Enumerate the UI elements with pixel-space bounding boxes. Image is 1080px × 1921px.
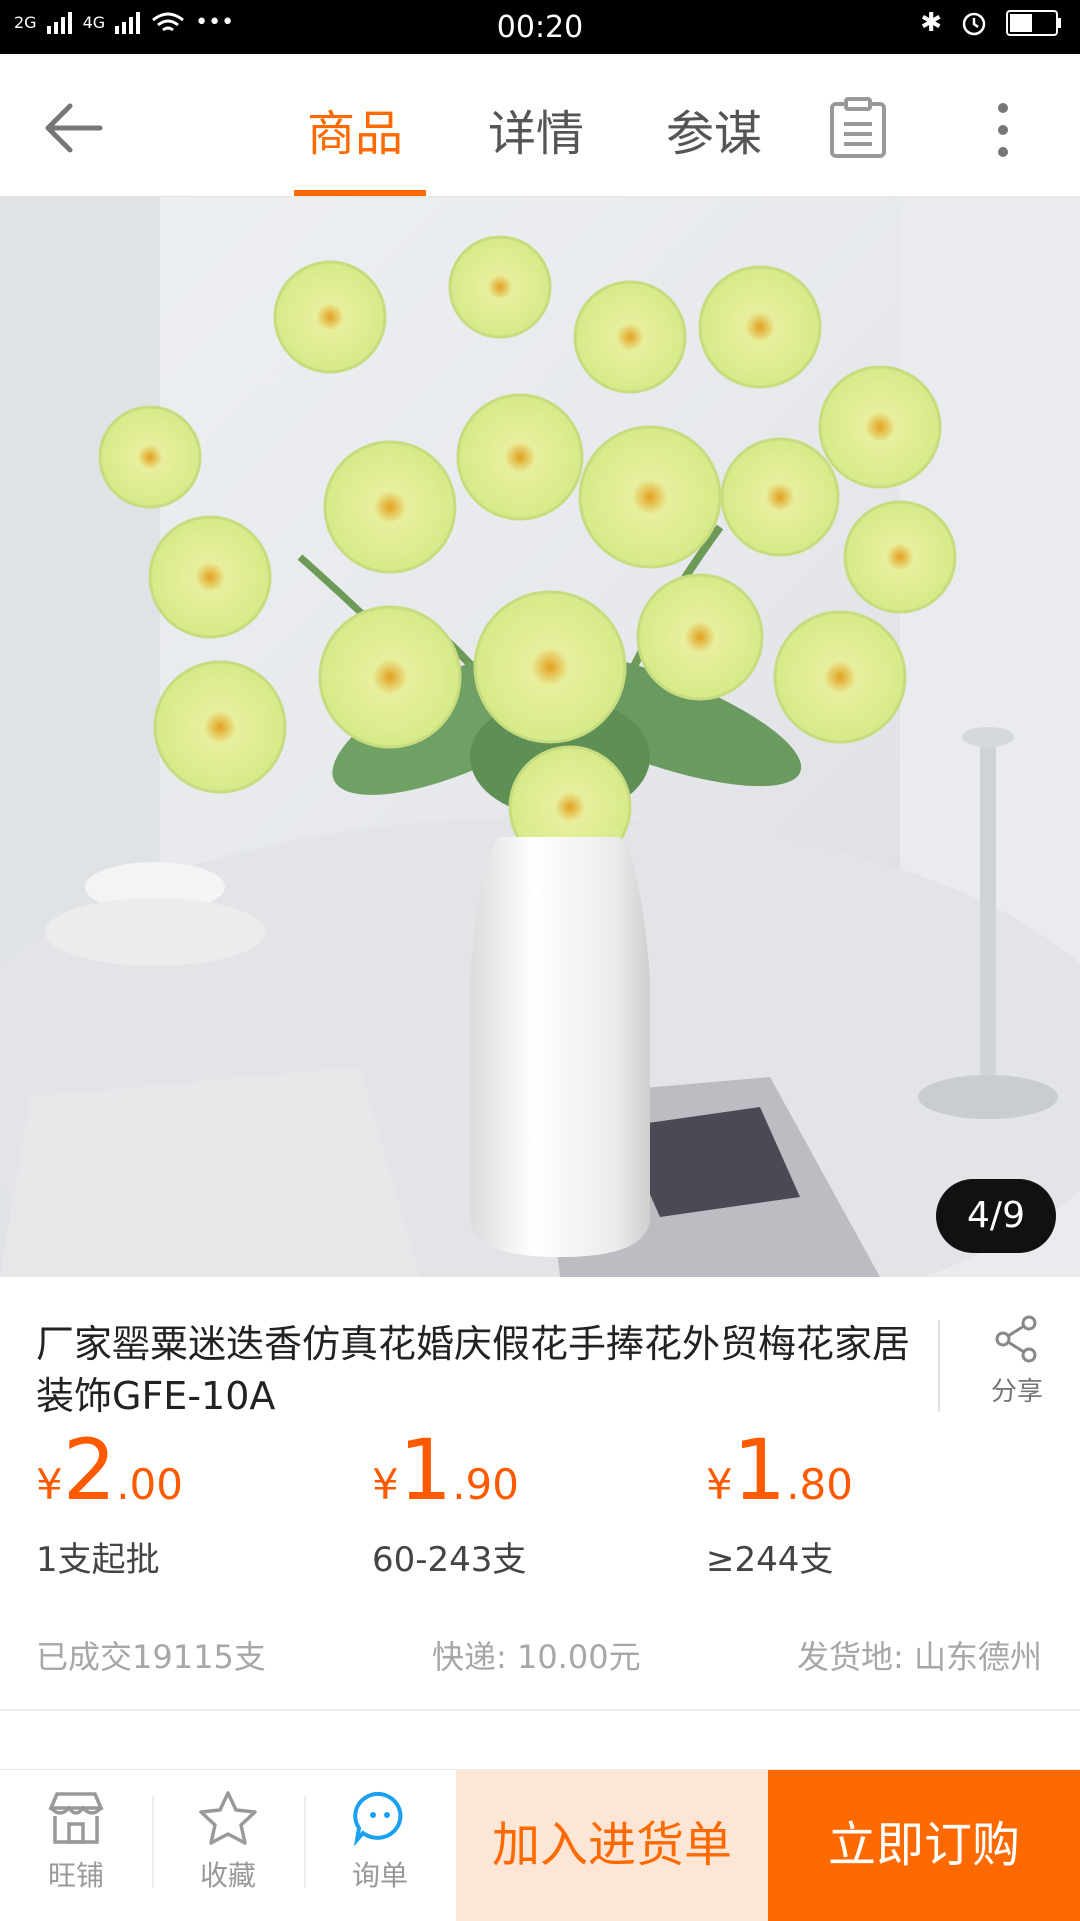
bottom-separator	[304, 1796, 306, 1888]
bottom-separator	[152, 1796, 154, 1888]
price-decimal: .00	[116, 1460, 183, 1509]
tab-advisor[interactable]: 参谋	[666, 94, 762, 164]
bluetooth-icon: ✱	[920, 8, 942, 38]
chat-icon	[353, 1791, 403, 1847]
title-divider	[938, 1320, 940, 1412]
active-tab-indicator	[294, 190, 426, 196]
share-button[interactable]: 分享	[980, 1315, 1054, 1408]
alarm-icon	[962, 12, 986, 36]
inquiry-button[interactable]: 询单	[325, 1790, 435, 1894]
shop-button[interactable]: 旺铺	[21, 1790, 131, 1894]
product-image-gallery[interactable]	[0, 197, 1080, 1277]
sold-count: 已成交19115支	[36, 1638, 266, 1676]
status-bar: 2G 4G ••• 00:20 ✱	[0, 0, 1080, 54]
image-counter: 4/9	[936, 1179, 1056, 1253]
status-right: ✱	[920, 8, 1062, 38]
clipboard-icon[interactable]	[828, 96, 888, 160]
price-tier-2: ¥1.90	[372, 1428, 519, 1512]
share-icon	[995, 1315, 1037, 1363]
product-title: 厂家罂粟迷迭香仿真花婚庆假花手捧花外贸梅花家居装饰GFE-10A	[36, 1322, 911, 1418]
tab-product[interactable]: 商品	[307, 94, 403, 164]
tab-details[interactable]: 详情	[488, 94, 584, 164]
top-nav: 商品 详情 参谋	[0, 54, 1080, 197]
share-label: 分享	[990, 1377, 1043, 1407]
price-tier-1: ¥2.00	[36, 1428, 183, 1512]
buy-now-button[interactable]: 立即订购	[768, 1770, 1080, 1921]
currency-symbol: ¥	[372, 1460, 399, 1509]
currency-symbol: ¥	[36, 1460, 63, 1509]
add-to-cart-button[interactable]: 加入进货单	[456, 1770, 768, 1921]
star-icon	[199, 1791, 257, 1845]
qty-tier-3: ≥244支	[706, 1540, 834, 1580]
shop-icon	[48, 1792, 104, 1844]
qty-tier-2: 60-243支	[372, 1540, 527, 1580]
favorite-button[interactable]: 收藏	[173, 1790, 283, 1894]
price-decimal: .80	[786, 1460, 853, 1509]
price-decimal: .90	[452, 1460, 519, 1509]
shipping-fee: 快递: 10.00元	[432, 1638, 641, 1676]
currency-symbol: ¥	[706, 1460, 733, 1509]
price-integer: 1	[398, 1421, 453, 1519]
product-photo	[0, 197, 1080, 1277]
more-vertical-icon[interactable]	[996, 100, 1010, 160]
back-arrow-icon[interactable]	[44, 102, 104, 154]
status-time: 00:20	[496, 10, 584, 45]
price-tier-3: ¥1.80	[706, 1428, 853, 1512]
section-divider	[0, 1709, 1080, 1711]
shop-label: 旺铺	[47, 1859, 104, 1892]
favorite-label: 收藏	[199, 1859, 256, 1892]
ship-origin: 发货地: 山东德州	[797, 1638, 1042, 1676]
price-integer: 2	[62, 1421, 117, 1519]
inquiry-label: 询单	[351, 1859, 408, 1892]
bottom-action-bar: 旺铺 收藏 询单 加入进货单 立即订购	[0, 1769, 1080, 1921]
battery-icon	[1006, 10, 1061, 36]
qty-tier-1: 1支起批	[36, 1540, 160, 1580]
price-integer: 1	[732, 1421, 787, 1519]
